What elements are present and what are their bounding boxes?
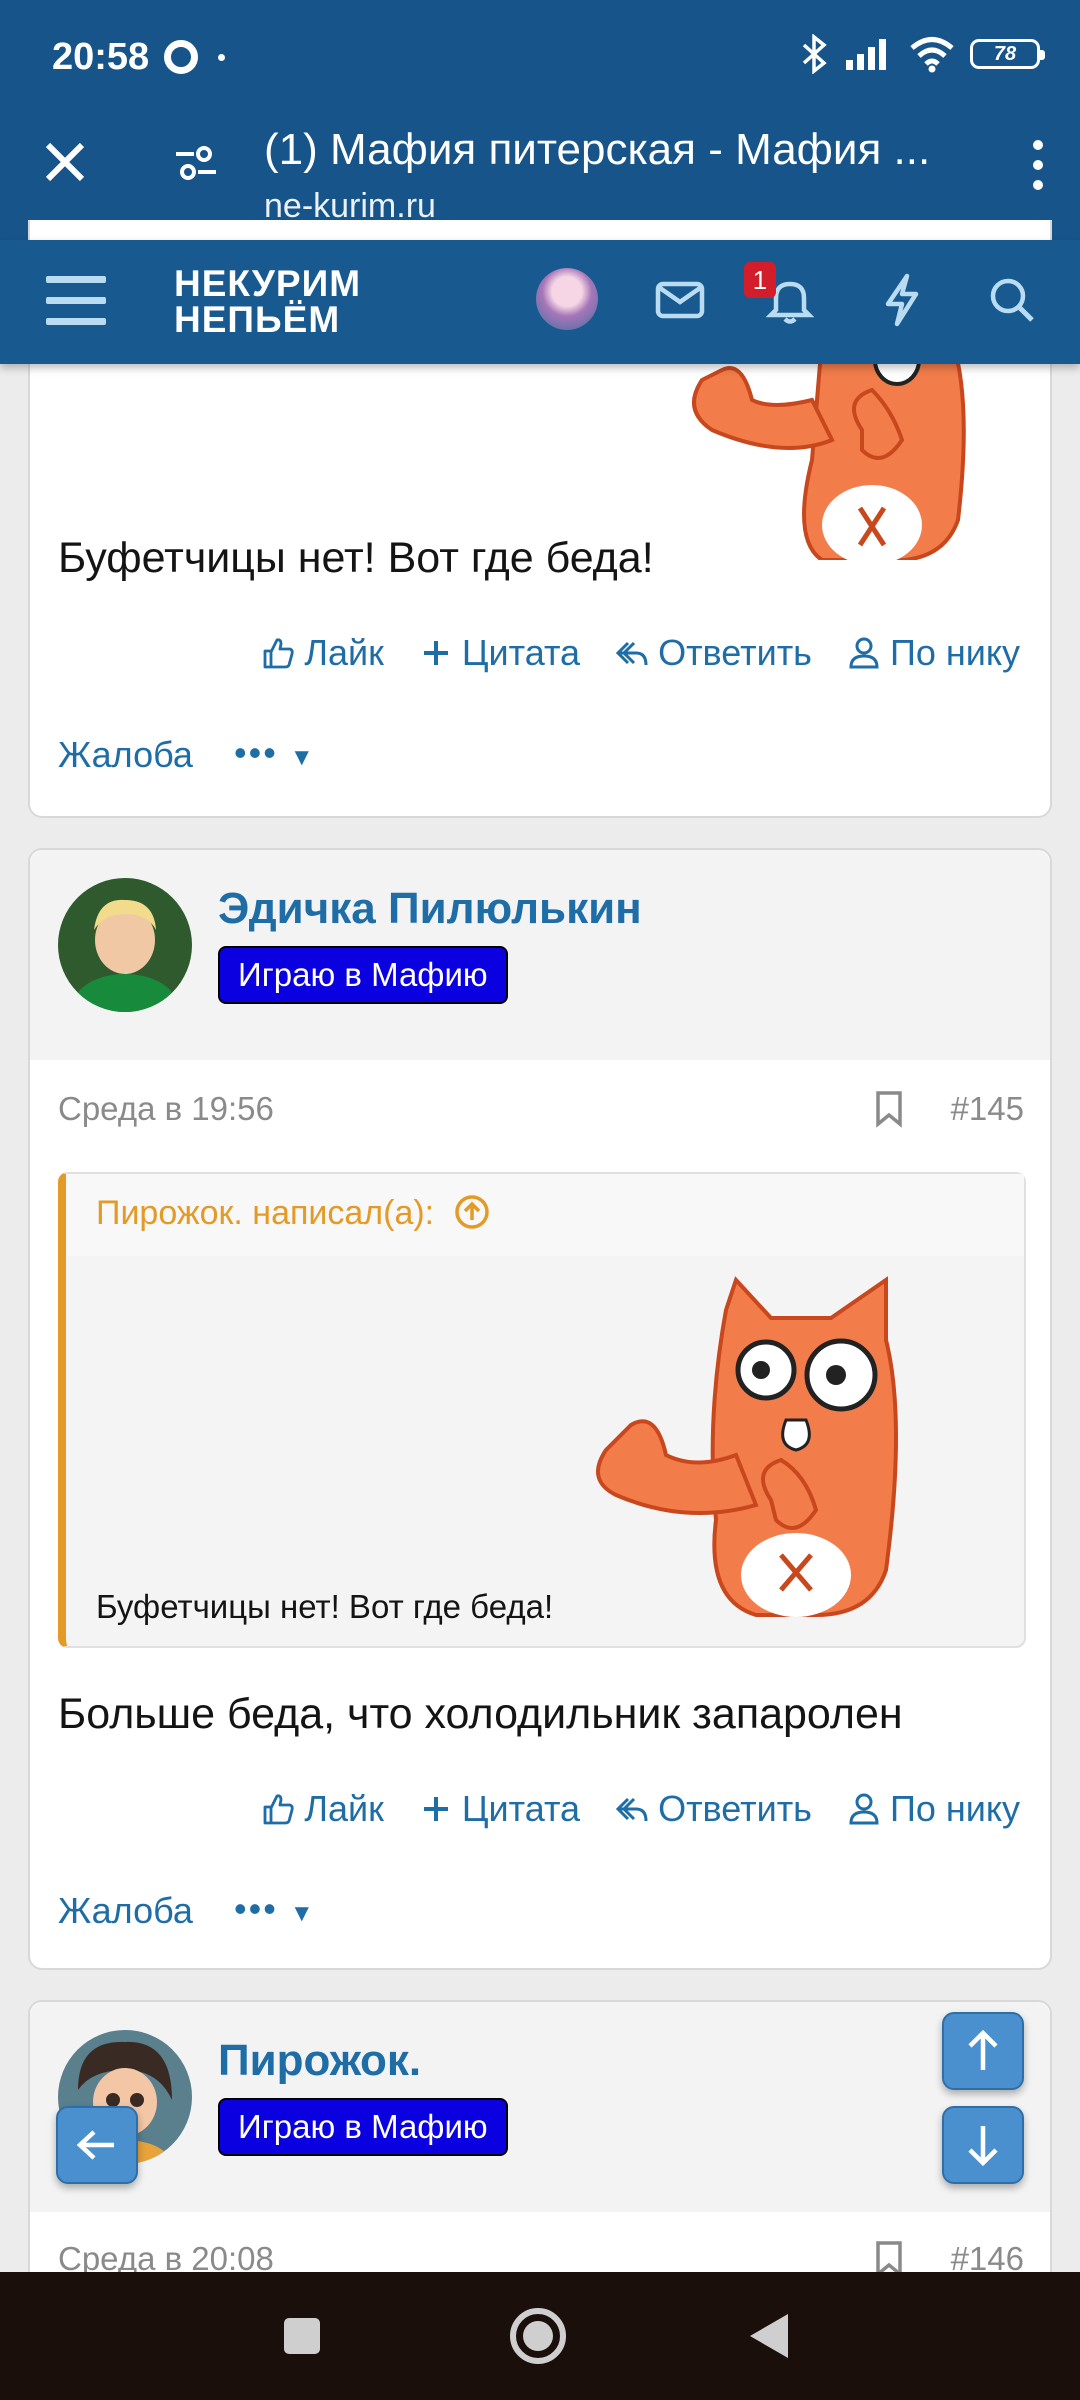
post-number[interactable]: #145 [951,1090,1024,1128]
like-button[interactable]: Лайк [260,1788,384,1830]
menu-icon[interactable] [46,276,106,326]
by-nick-label: По нику [889,1788,1020,1829]
signal-icon [846,39,886,70]
quote-button[interactable]: Цитата [418,1788,580,1830]
wifi-icon [910,37,954,73]
circle-status-icon [164,40,198,74]
logo-line1: НЕКУРИМ [174,263,362,304]
post-text: Больше беда, что холодильник запаролен [58,1690,903,1738]
back-button[interactable] [56,2106,138,2184]
report-link[interactable]: Жалоба [58,1890,193,1932]
back-nav-icon[interactable] [744,2310,792,2362]
lightning-icon[interactable] [872,270,932,330]
author-avatar[interactable] [58,878,192,1012]
reply-icon [615,1797,648,1822]
recents-icon[interactable] [280,2314,324,2358]
chevron-down-icon: ▼ [289,744,316,771]
more-dots: ••• [234,732,278,773]
plus-icon [423,1797,448,1821]
system-nav-bar [0,2272,1080,2400]
overflow-menu-icon[interactable] [1026,135,1050,195]
status-time: 20:58 [52,36,150,78]
chevron-down-icon: ▼ [289,1900,316,1927]
user-avatar[interactable] [536,268,598,330]
author-name[interactable]: Эдичка Пилюлькин [218,884,642,934]
author-role-badge: Играю в Мафию [218,2098,508,2156]
reply-button[interactable]: Ответить [614,632,812,674]
like-label: Лайк [304,1788,384,1829]
quote-label: Цитата [461,1788,581,1829]
like-button[interactable]: Лайк [260,632,384,674]
quote-text: Буфетчицы нет! Вот где беда! [96,1588,554,1625]
by-nick-button[interactable]: По нику [846,1788,1020,1830]
status-bar: 20:58 78 [0,0,1080,115]
scroll-down-button[interactable] [942,2106,1024,2184]
page-title: (1) Мафия питерская - Мафия ... [264,125,931,174]
thumbs-up-icon [263,1794,295,1825]
dot-status-icon [218,54,225,61]
reply-label: Ответить [658,1788,812,1829]
home-icon[interactable] [506,2304,570,2368]
post-146: Пирожок. Играю в Мафию Среда в 20:08 #14… [28,2000,1052,2300]
user-icon [849,1793,879,1825]
quote-block: Пирожок. написал(а): Буфетчицы нет! Вот … [58,1172,1026,1648]
quote-title-text: Пирожок. написал(а): [96,1194,435,1232]
cat-sticker-image [692,340,966,560]
search-icon[interactable] [982,270,1042,330]
bluetooth-icon [802,34,827,74]
more-dots: ••• [234,1888,278,1929]
post-actions: Лайк Цитата Ответить По нику [260,1788,1020,1830]
reply-button[interactable]: Ответить [614,1788,812,1830]
notification-badge: 1 [744,262,776,298]
post-text: Буфетчицы нет! Вот где беда! [58,534,654,582]
arrow-up-icon [968,2029,998,2070]
arrow-down-icon [968,2126,998,2167]
report-link[interactable]: Жалоба [58,734,193,776]
arrow-up-circle-icon[interactable] [454,1194,490,1230]
reply-label: Ответить [658,632,812,673]
quote-label: Цитата [461,632,581,673]
post-date[interactable]: Среда в 19:56 [58,1090,274,1128]
mail-icon[interactable] [650,270,710,330]
by-nick-button[interactable]: По нику [846,632,1020,674]
author-role-badge: Играю в Мафию [218,946,508,1004]
close-icon[interactable] [40,137,90,187]
scroll-up-button[interactable] [942,2012,1024,2090]
quote-author[interactable]: Пирожок. написал(а): [96,1194,490,1233]
site-header: НЕКУРИМ НЕПЬЁМ 1 [0,240,1080,364]
user-icon [849,637,879,669]
plus-icon [423,641,448,665]
battery-icon: 78 [970,39,1045,69]
post-145: Эдичка Пилюлькин Играю в Мафию Среда в 1… [28,848,1052,1970]
site-settings-icon[interactable] [172,139,220,187]
like-label: Лайк [304,632,384,673]
cat-sticker-image [596,1276,898,1617]
bookmark-icon[interactable] [874,1090,904,1128]
more-menu[interactable]: ••• ▼ [234,732,316,774]
by-nick-label: По нику [889,632,1020,673]
thumbs-up-icon [263,638,295,669]
more-menu[interactable]: ••• ▼ [234,1888,316,1930]
logo-line2: НЕПЬЁМ [174,299,341,340]
quote-button[interactable]: Цитата [418,632,580,674]
arrow-left-icon [76,2130,114,2160]
site-logo[interactable]: НЕКУРИМ НЕПЬЁМ [174,263,362,340]
reply-icon [615,641,648,666]
post-actions: Лайк Цитата Ответить По нику [260,632,1020,674]
author-name[interactable]: Пирожок. [218,2036,421,2086]
